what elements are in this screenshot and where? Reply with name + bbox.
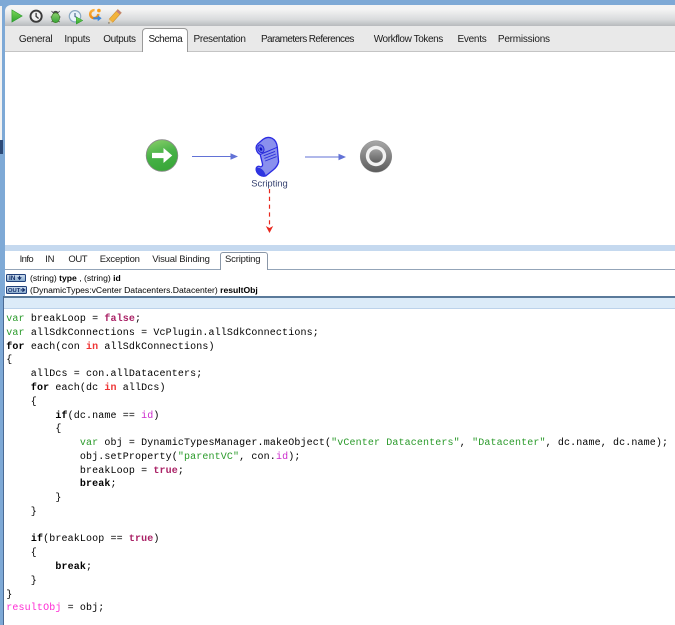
svg-text:Scripting: Scripting [251, 178, 287, 189]
svg-text:IN: IN [9, 275, 16, 282]
svg-text:OUT: OUT [8, 288, 21, 294]
